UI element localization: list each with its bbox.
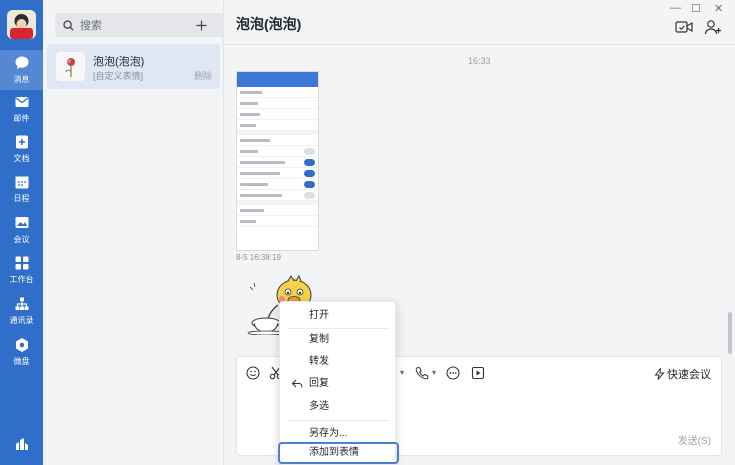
conversation-delete[interactable]: 删除 — [194, 69, 212, 82]
quick-meeting-button[interactable]: 快速会议 — [654, 366, 711, 382]
menu-item-reply[interactable]: 回复 — [280, 373, 397, 395]
sidebar-item-messages[interactable]: 消息 — [0, 50, 43, 90]
menu-item-add-to-stickers[interactable]: 添加到表情 — [278, 442, 399, 464]
menu-item-forward[interactable]: 转发 — [280, 351, 397, 373]
sidebar-item-label: 日程 — [13, 194, 30, 203]
conversation-avatar — [55, 51, 86, 82]
flower-icon — [65, 57, 75, 77]
conversation-preview: [自定义表情] — [93, 71, 144, 81]
menu-item-multiselect[interactable]: 多选 — [280, 396, 397, 418]
phone-dropdown-icon[interactable]: ▾ — [432, 368, 446, 382]
sidebar-item-meeting[interactable]: 会议 — [0, 210, 43, 250]
document-icon — [15, 135, 28, 149]
sidebar-item-contacts[interactable]: 通讯录 — [0, 291, 43, 331]
mail-icon — [15, 97, 28, 107]
grid-icon — [15, 256, 28, 270]
menu-item-reply-label: 回复 — [309, 378, 329, 389]
send-button[interactable]: 发送(S) — [678, 432, 711, 447]
more-apps-icon[interactable] — [14, 436, 30, 452]
maximize-icon[interactable]: ☐ — [691, 2, 701, 15]
header-divider — [224, 44, 735, 45]
lightning-icon — [654, 368, 665, 380]
sidebar-item-workbench[interactable]: 工作台 — [0, 250, 43, 290]
calendar-icon — [15, 176, 28, 189]
sidebar-item-calendar[interactable]: 日程 — [0, 169, 43, 209]
sidebar-item-label: 邮件 — [13, 114, 30, 123]
search-icon — [63, 19, 74, 30]
sidebar-item-label: 微盘 — [13, 357, 30, 366]
add-button[interactable] — [189, 13, 213, 37]
image-message[interactable] — [236, 71, 319, 251]
image-header-bar — [237, 72, 318, 87]
conversation-list: 搜索 泡泡(泡泡) [自定义表情] 删除 — [43, 0, 226, 465]
add-member-icon[interactable] — [704, 19, 722, 35]
sidebar-item-drive[interactable]: 微盘 — [0, 332, 43, 372]
quick-meeting-label: 快速会议 — [667, 369, 711, 381]
emoji-icon[interactable] — [246, 366, 260, 380]
sidebar-item-label: 会议 — [13, 235, 30, 244]
avatar[interactable] — [7, 10, 36, 39]
minimize-icon[interactable]: — — [670, 2, 681, 14]
conversation-name: 泡泡(泡泡) — [93, 56, 145, 68]
video-call-icon[interactable] — [675, 19, 693, 35]
left-rail: 消息 邮件 文档 日程 会议 工作台 通讯录 微盘 — [0, 0, 43, 465]
plus-icon — [196, 20, 206, 30]
sidebar-item-label: 消息 — [13, 75, 30, 84]
image-timestamp: 8-5 16:38:19 — [236, 253, 281, 262]
more-icon[interactable] — [446, 366, 460, 380]
menu-item-open[interactable]: 打开 — [280, 305, 397, 327]
phone-icon[interactable] — [415, 366, 429, 380]
chat-bubble-icon — [15, 56, 28, 69]
org-chart-icon — [15, 297, 28, 310]
menu-divider — [288, 420, 389, 421]
sidebar-item-label: 通讯录 — [9, 316, 34, 325]
close-icon[interactable]: ✕ — [714, 2, 723, 15]
sidebar-item-label: 文档 — [13, 154, 30, 163]
avatar-image — [7, 10, 36, 39]
sidebar-item-mail[interactable]: 邮件 — [0, 89, 43, 129]
sidebar-item-label: 工作台 — [9, 275, 34, 284]
menu-item-copy[interactable]: 复制 — [280, 329, 397, 351]
time-divider: 16:33 — [468, 56, 491, 66]
search-placeholder: 搜索 — [80, 20, 102, 32]
sidebar-item-docs[interactable]: 文档 — [0, 129, 43, 169]
drive-icon — [15, 338, 28, 352]
chat-scrollbar[interactable] — [728, 312, 732, 354]
reply-icon — [291, 379, 303, 388]
dropdown-arrow-icon[interactable]: ▾ — [400, 368, 414, 382]
meeting-icon — [15, 217, 28, 228]
chat-title: 泡泡(泡泡) — [236, 16, 302, 32]
screen-share-icon[interactable] — [471, 366, 485, 380]
conversation-item[interactable]: 泡泡(泡泡) [自定义表情] 删除 — [47, 44, 220, 89]
context-menu: 打开 复制 转发 回复 多选 另存为... 添加到表情 — [278, 301, 399, 465]
